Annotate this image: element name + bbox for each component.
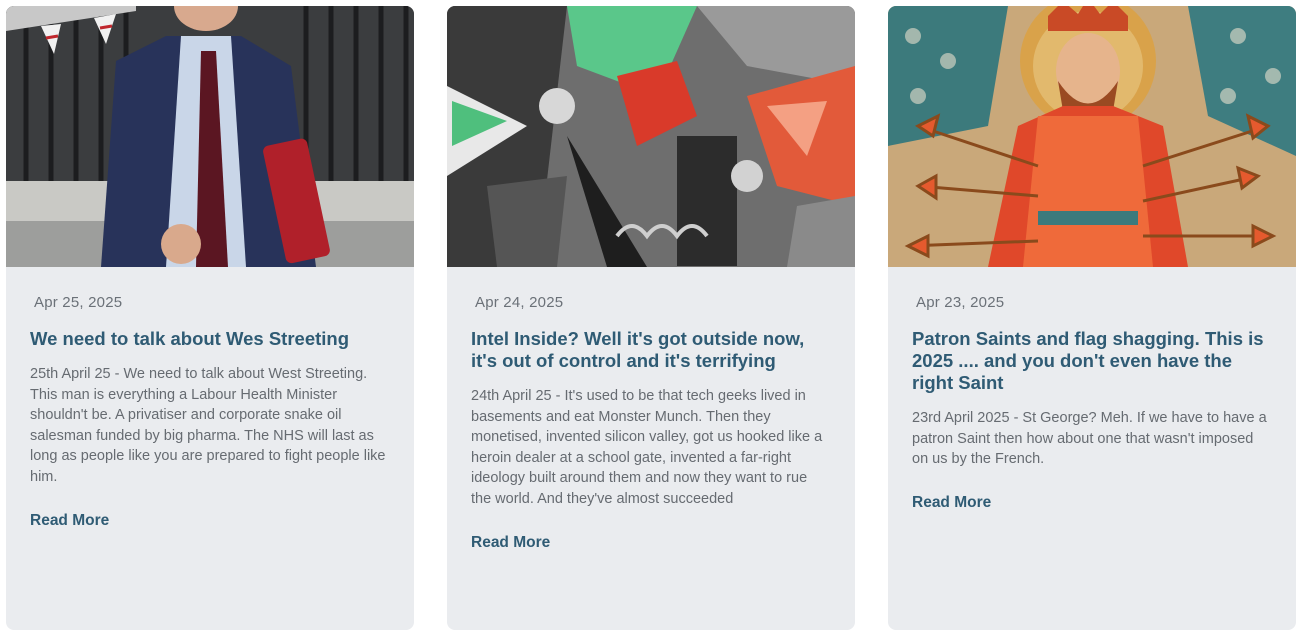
read-more-link[interactable]: Read More xyxy=(30,512,109,530)
blog-post-grid: Apr 25, 2025 We need to talk about Wes S… xyxy=(0,0,1301,636)
post-card[interactable]: Apr 25, 2025 We need to talk about Wes S… xyxy=(6,6,414,630)
post-date: Apr 23, 2025 xyxy=(916,294,1005,311)
post-excerpt: 23rd April 2025 - St George? Meh. If we … xyxy=(912,410,1267,468)
post-thumbnail-image[interactable] xyxy=(888,6,1296,267)
read-more-link[interactable]: Read More xyxy=(471,534,550,552)
post-card[interactable]: Apr 24, 2025 Intel Inside? Well it's got… xyxy=(447,6,855,630)
read-more-link[interactable]: Read More xyxy=(912,494,991,512)
post-title[interactable]: Intel Inside? Well it's got outside now,… xyxy=(471,328,831,372)
post-card[interactable]: Apr 23, 2025 Patron Saints and flag shag… xyxy=(888,6,1296,630)
post-date: Apr 25, 2025 xyxy=(34,294,123,311)
post-date: Apr 24, 2025 xyxy=(475,294,564,311)
post-excerpt: 25th April 25 - We need to talk about We… xyxy=(30,366,386,485)
post-title[interactable]: Patron Saints and flag shagging. This is… xyxy=(912,328,1272,394)
post-excerpt: 24th April 25 - It's used to be that tec… xyxy=(471,388,823,507)
post-thumbnail-image[interactable] xyxy=(6,6,414,267)
post-title[interactable]: We need to talk about Wes Streeting xyxy=(30,328,390,350)
post-thumbnail-image[interactable] xyxy=(447,6,855,267)
